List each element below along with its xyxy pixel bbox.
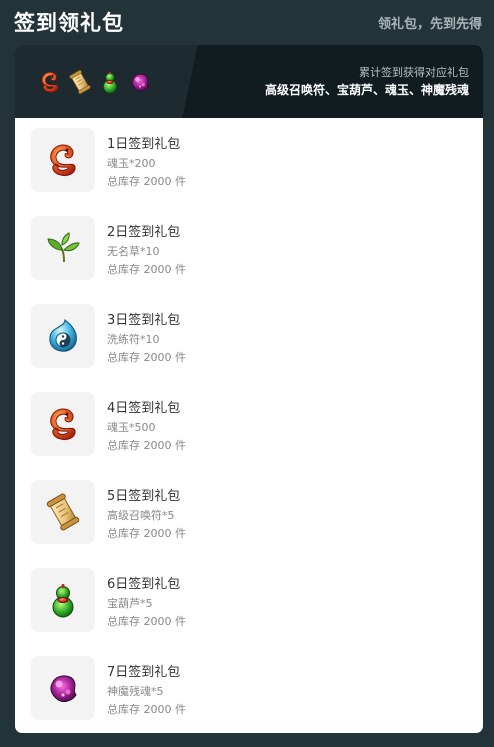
rewards-banner: 累计签到获得对应礼包 高级召唤符、宝葫芦、魂玉、神魔残魂 — [15, 45, 483, 118]
soul-jade-icon — [43, 404, 83, 444]
gift-list-item[interactable]: 4日签到礼包 魂玉*500 总库存 2000 件 — [15, 392, 483, 480]
gift-icon-tile — [31, 480, 95, 544]
gift-stock: 总库存 2000 件 — [107, 527, 186, 540]
gourd-icon — [43, 580, 83, 620]
gift-reward: 宝葫芦*5 — [107, 597, 153, 610]
gift-icon-tile — [31, 392, 95, 456]
gift-title: 2日签到礼包 — [107, 225, 181, 240]
gift-icon-tile — [31, 128, 95, 192]
gift-title: 5日签到礼包 — [107, 489, 181, 504]
soul-jade-icon — [37, 67, 63, 97]
gift-reward: 高级召唤符*5 — [107, 509, 175, 522]
page-subtitle: 领礼包，先到先得 — [377, 16, 482, 32]
herb-icon — [43, 228, 83, 268]
gift-list-item[interactable]: 7日签到礼包 神魔残魂*5 总库存 2000 件 — [15, 656, 483, 733]
gift-list-item[interactable]: 6日签到礼包 宝葫芦*5 总库存 2000 件 — [15, 568, 483, 656]
checkin-panel: 累计签到获得对应礼包 高级召唤符、宝葫芦、魂玉、神魔残魂 1日签到礼包 魂玉*20… — [15, 45, 483, 733]
gift-list-item[interactable]: 2日签到礼包 无名草*10 总库存 2000 件 — [15, 216, 483, 304]
scroll-icon — [67, 67, 93, 97]
gift-stock: 总库存 2000 件 — [107, 439, 186, 452]
scroll-icon — [43, 492, 83, 532]
gift-reward: 无名草*10 — [107, 245, 160, 258]
demon-soul-icon — [43, 668, 83, 708]
banner-icon-row — [37, 67, 153, 97]
gift-stock: 总库存 2000 件 — [107, 703, 186, 716]
gift-reward: 神魔残魂*5 — [107, 685, 164, 698]
gift-title: 1日签到礼包 — [107, 137, 181, 152]
gift-title: 7日签到礼包 — [107, 665, 181, 680]
gift-icon-tile — [31, 216, 95, 280]
header-bar: 签到领礼包 领礼包，先到先得 — [0, 0, 494, 44]
banner-caption: 累计签到获得对应礼包 — [359, 66, 469, 79]
page-title: 签到领礼包 — [14, 11, 124, 35]
gift-icon-tile — [31, 568, 95, 632]
gift-icon-tile — [31, 304, 95, 368]
gift-title: 3日签到礼包 — [107, 313, 181, 328]
gift-icon-tile — [31, 656, 95, 720]
banner-rewards: 高级召唤符、宝葫芦、魂玉、神魔残魂 — [264, 83, 469, 97]
gift-list-item[interactable]: 1日签到礼包 魂玉*200 总库存 2000 件 — [15, 128, 483, 216]
demon-soul-icon — [127, 67, 153, 97]
soul-jade-icon — [43, 140, 83, 180]
gift-stock: 总库存 2000 件 — [107, 615, 186, 628]
gift-reward: 魂玉*200 — [107, 157, 156, 170]
gift-stock: 总库存 2000 件 — [107, 351, 186, 364]
gift-stock: 总库存 2000 件 — [107, 175, 186, 188]
gift-stock: 总库存 2000 件 — [107, 263, 186, 276]
gift-title: 6日签到礼包 — [107, 577, 181, 592]
gift-reward: 洗练符*10 — [107, 333, 160, 346]
gift-list-item[interactable]: 5日签到礼包 高级召唤符*5 总库存 2000 件 — [15, 480, 483, 568]
gourd-icon — [97, 67, 123, 97]
gift-title: 4日签到礼包 — [107, 401, 181, 416]
gift-list-item[interactable]: 3日签到礼包 洗练符*10 总库存 2000 件 — [15, 304, 483, 392]
gift-list: 1日签到礼包 魂玉*200 总库存 2000 件 2日签到礼包 无名草*10 总库存 20… — [15, 118, 483, 733]
gift-reward: 魂玉*500 — [107, 421, 156, 434]
refine-talisman-icon — [43, 316, 83, 356]
